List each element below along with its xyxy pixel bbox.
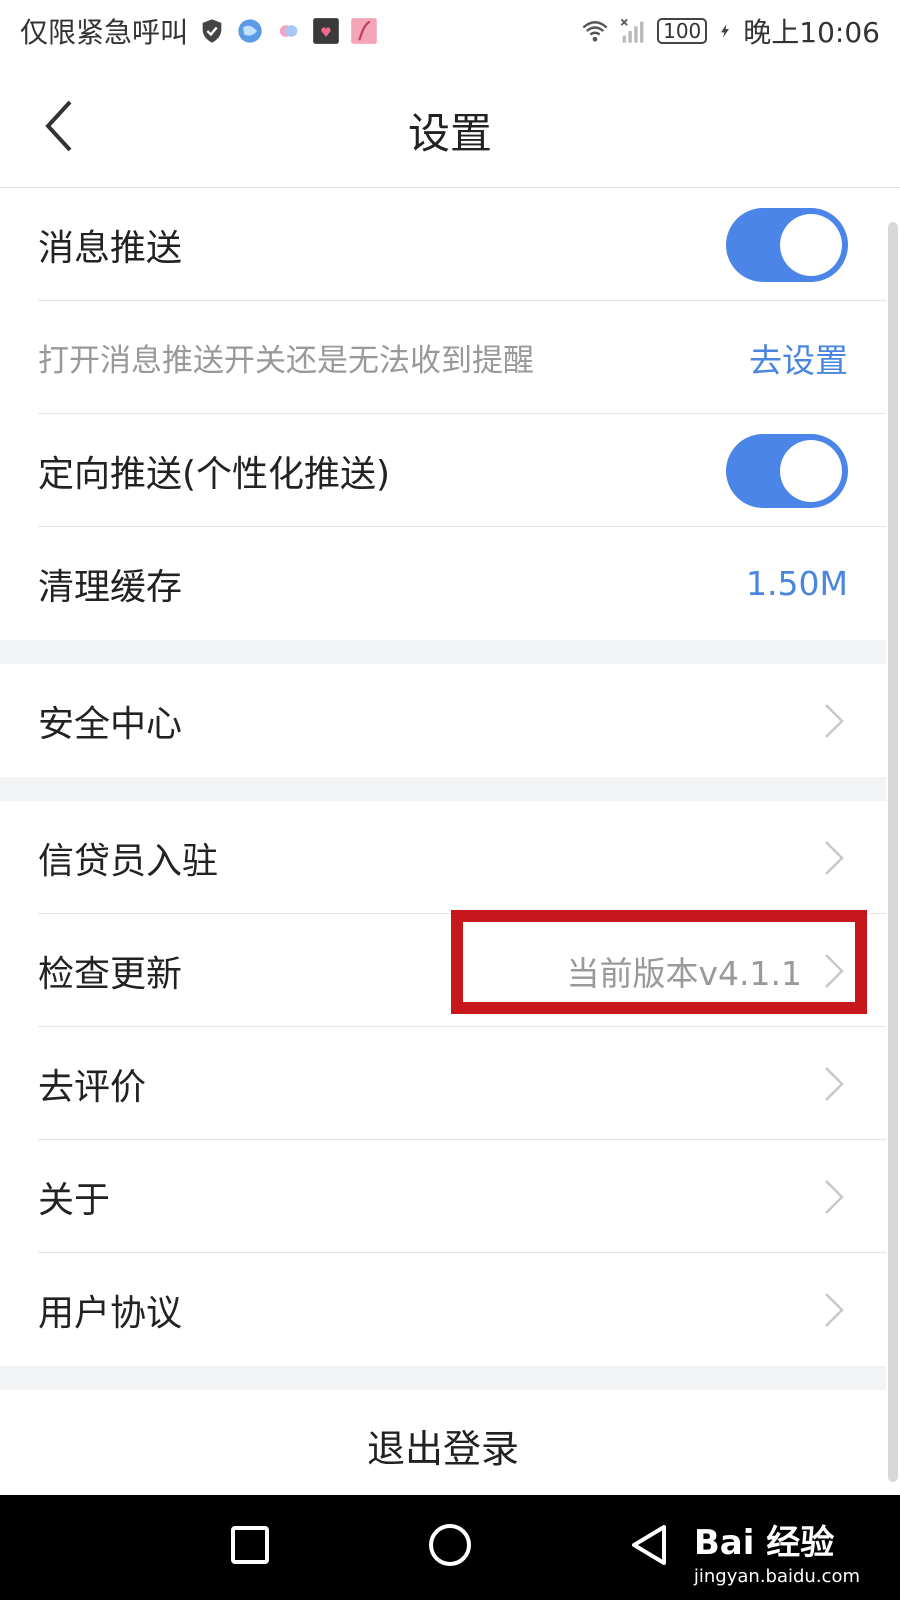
cache-size: 1.50M (746, 564, 848, 603)
signal-icon (620, 18, 644, 43)
row-loan-officer[interactable]: 信贷员入驻 (0, 801, 886, 914)
carrier-text: 仅限紧急呼叫 (20, 16, 189, 49)
section-gap (0, 640, 886, 664)
row-label: 消息推送 (38, 227, 183, 269)
app-icon (279, 25, 298, 37)
toggle-knob (780, 213, 842, 276)
chevron-right-icon (825, 1066, 844, 1101)
clock-text: 晚上10:06 (743, 16, 880, 49)
app-header: 设置 (0, 62, 900, 188)
section-gap (0, 1366, 886, 1390)
recent-apps-icon[interactable] (230, 1525, 270, 1565)
row-user-agreement[interactable]: 用户协议 (0, 1253, 886, 1366)
row-security-center[interactable]: 安全中心 (0, 664, 886, 777)
baidu-watermark: Bai 经验 jingyan.baidu.com (694, 1515, 860, 1587)
highlight-box (451, 910, 867, 1014)
row-label: 打开消息推送开关还是无法收到提醒 (38, 343, 534, 379)
browser-icon (238, 19, 262, 43)
logout-button[interactable]: 退出登录 (0, 1390, 886, 1500)
row-label: 关于 (38, 1179, 111, 1221)
row-message-push: 消息推送 (0, 188, 886, 301)
row-label: 信贷员入驻 (38, 840, 219, 882)
page-title: 设置 (407, 109, 492, 158)
row-clear-cache[interactable]: 清理缓存 1.50M (0, 527, 886, 640)
watermark-brand: Bai 经验 (693, 1523, 835, 1563)
wifi-icon (582, 21, 608, 42)
targeted-push-toggle[interactable] (726, 433, 848, 508)
logout-label: 退出登录 (366, 1426, 519, 1471)
row-push-hint: 打开消息推送开关还是无法收到提醒 去设置 (0, 301, 886, 414)
back-icon[interactable] (628, 1523, 670, 1567)
row-rate[interactable]: 去评价 (0, 1027, 886, 1140)
row-label: 清理缓存 (38, 566, 183, 608)
row-label: 检查更新 (38, 953, 183, 995)
home-icon[interactable] (428, 1523, 472, 1567)
watermark-url: jingyan.baidu.com (693, 1566, 860, 1587)
battery-icon: 100 (657, 18, 708, 44)
chevron-right-icon (825, 1179, 844, 1214)
row-label: 安全中心 (38, 703, 183, 745)
shield-icon (202, 19, 222, 43)
status-bar: 仅限紧急呼叫 100 晚上10:06 (0, 0, 900, 62)
row-about[interactable]: 关于 (0, 1140, 886, 1253)
chevron-right-icon (825, 703, 844, 738)
settings-list: 消息推送 打开消息推送开关还是无法收到提醒 去设置 定向推送(个性化推送) 清理… (0, 188, 886, 1500)
message-push-toggle[interactable] (726, 207, 848, 282)
charging-icon (721, 24, 730, 38)
row-label: 去评价 (38, 1066, 147, 1108)
section-gap (0, 777, 886, 801)
row-label: 定向推送(个性化推送) (38, 453, 391, 495)
photo-icon (351, 18, 377, 44)
chevron-right-icon (825, 1292, 844, 1327)
row-label: 用户协议 (38, 1292, 183, 1334)
go-settings-link[interactable]: 去设置 (749, 334, 848, 382)
scrollbar[interactable] (888, 222, 898, 1482)
photo-icon (313, 18, 339, 44)
chevron-right-icon (825, 840, 844, 875)
row-targeted-push: 定向推送(个性化推送) (0, 414, 886, 527)
toggle-knob (780, 439, 842, 502)
